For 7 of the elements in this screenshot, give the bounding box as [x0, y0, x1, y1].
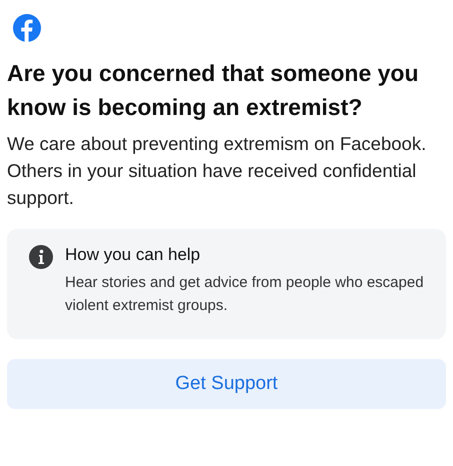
- dialog-title: Are you concerned that someone you know is becoming an extremist?: [7, 59, 420, 122]
- card-text: Hear stories and get advice from people who escaped violent extremist groups.: [65, 273, 425, 316]
- info-icon: [29, 245, 53, 269]
- get-support-button[interactable]: Get Support: [7, 359, 446, 409]
- description-text: We care about preventing extremism on Facebook. Others in your situation have received confidential support.: [7, 132, 428, 210]
- card-heading: How you can help: [65, 244, 202, 266]
- logo-icon: [13, 14, 41, 42]
